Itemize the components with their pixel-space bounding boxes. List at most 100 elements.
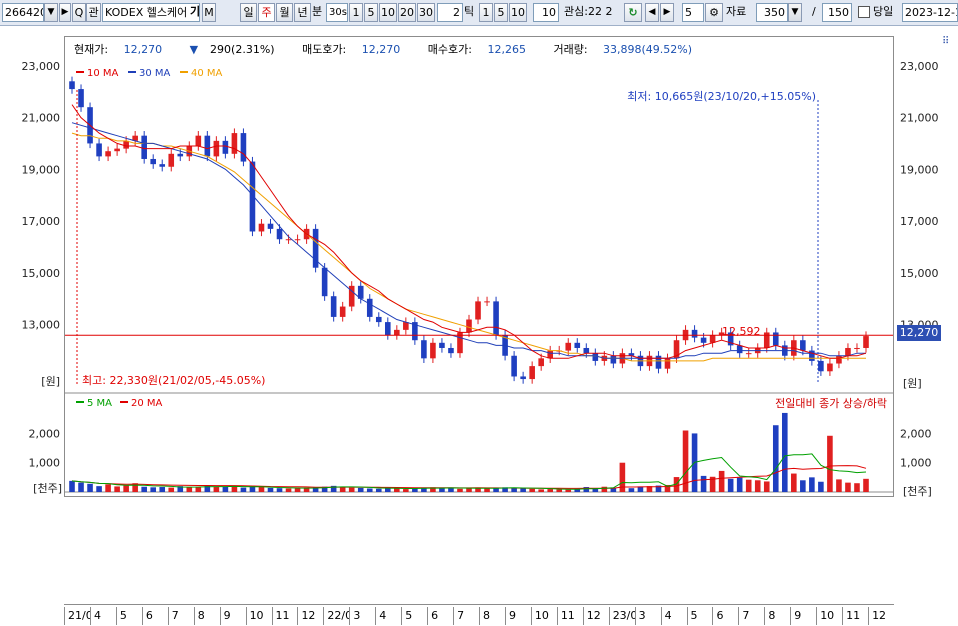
candle-body — [520, 376, 526, 380]
price-unit-right: [원] — [903, 377, 922, 390]
candle — [466, 314, 472, 338]
candle — [592, 348, 599, 366]
volume-bar — [845, 482, 851, 492]
price-legend: 10 MA 30 MA 40 MA — [76, 68, 223, 79]
candle — [439, 338, 445, 353]
candle — [276, 224, 283, 244]
x-axis-label: 6 — [712, 607, 738, 625]
x-axis-label: 5 — [686, 607, 713, 625]
volume-bar — [800, 480, 806, 492]
x-axis-label: 10 — [816, 607, 842, 625]
candle — [709, 330, 716, 348]
candle-body — [96, 143, 102, 157]
volume-bar — [222, 486, 229, 492]
axis-labels-group: 23,000 23,000 21,000 21,000 19,000 19,000 17,0… — [22, 60, 939, 498]
candle-body — [177, 153, 184, 157]
candle — [484, 296, 490, 307]
high-annotation: 최고: 22,330원(21/02/05,-45.05%) — [82, 374, 265, 387]
volume-bar — [700, 475, 707, 492]
volume-bar — [556, 489, 563, 492]
candle — [430, 338, 436, 364]
candle-body — [384, 322, 391, 336]
volume-bar — [529, 488, 535, 492]
candle-body — [854, 347, 860, 349]
candle-body — [69, 81, 75, 90]
x-axis-label: 7 — [453, 607, 479, 625]
legend-40ma: 40 MA — [191, 68, 223, 79]
price-tick-right: 23,000 — [900, 60, 939, 73]
x-axis-label: 9 — [504, 607, 531, 625]
candle — [114, 143, 120, 156]
volume-bar — [87, 483, 93, 492]
volume-tick-left: 2,000 — [29, 427, 61, 440]
candle — [267, 219, 274, 234]
candle — [511, 351, 517, 382]
candle — [168, 149, 175, 172]
x-axis-label: 4 — [89, 607, 116, 625]
candle-body — [583, 347, 590, 354]
volume-bar — [258, 487, 265, 492]
candle-body — [772, 332, 779, 346]
candle-body — [240, 133, 247, 162]
candle-body — [222, 140, 229, 154]
x-axis-label: 7 — [738, 607, 764, 625]
x-axis-label: 22/01 — [323, 607, 349, 625]
candle-body — [394, 329, 400, 336]
candle-body — [231, 133, 238, 154]
candle-body — [863, 336, 869, 348]
candle-body — [168, 153, 175, 167]
x-axis-label: 8 — [479, 607, 505, 625]
candle — [736, 340, 743, 358]
x-axis-label: 8 — [764, 607, 790, 625]
candle-body — [141, 135, 147, 159]
volume-bar — [466, 488, 472, 492]
volume-bar — [412, 488, 418, 492]
volume-bar — [375, 488, 382, 492]
price-tick-left: 17,000 — [22, 215, 61, 228]
x-axis-label: 3 — [349, 607, 375, 625]
x-axis: 21/0245678910111222/01345678910111223/01… — [64, 604, 894, 626]
candle-body — [150, 158, 157, 165]
legend-5ma: 5 MA — [87, 398, 112, 409]
volume-bar — [240, 487, 247, 492]
candle-body — [664, 358, 671, 369]
candle-body — [114, 148, 120, 152]
candle — [836, 351, 842, 369]
candle-body — [845, 347, 851, 356]
volume-bar — [565, 489, 572, 492]
volume-bar — [366, 488, 373, 492]
volume-bar — [141, 486, 147, 492]
candle — [330, 291, 337, 322]
price-unit-left: [원] — [41, 375, 60, 388]
candle — [863, 331, 869, 353]
volume-bar — [403, 489, 409, 492]
volume-bars-group — [69, 412, 869, 492]
candle — [655, 351, 662, 374]
volume-bar — [168, 487, 175, 492]
volume-bar — [105, 484, 111, 492]
volume-tick-left: 1,000 — [29, 457, 61, 470]
candle — [240, 128, 247, 167]
candle — [610, 351, 617, 369]
volume-bar — [863, 478, 869, 492]
volume-bar — [836, 479, 842, 492]
volume-bar — [763, 481, 770, 492]
level-label: 12,592 — [722, 325, 761, 338]
candle-body — [610, 355, 617, 364]
volume-tick-right: 1,000 — [900, 457, 932, 470]
candle — [529, 361, 535, 384]
volume-bar — [628, 488, 635, 492]
x-axis-label: 10 — [245, 607, 272, 625]
x-axis-label: 12 — [582, 607, 609, 625]
volume-bar — [348, 487, 355, 492]
candle — [339, 301, 346, 322]
candle — [285, 234, 292, 244]
candle-body — [421, 340, 427, 359]
volume-bar — [718, 470, 725, 492]
volume-bar — [294, 488, 301, 492]
candle — [745, 348, 752, 358]
candle — [394, 325, 400, 340]
candle — [421, 335, 427, 364]
candle — [366, 294, 373, 322]
x-axis-label: 4 — [660, 607, 687, 625]
